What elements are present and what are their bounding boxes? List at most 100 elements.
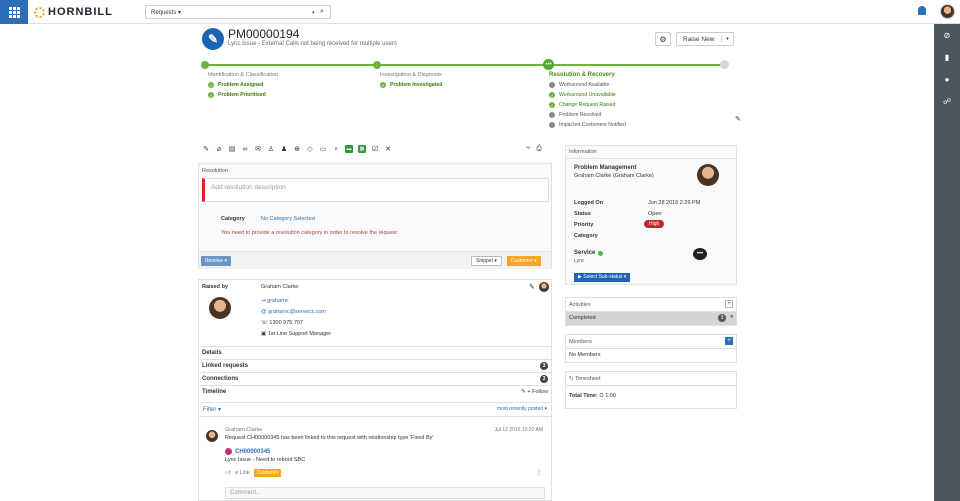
secondary-toolbar: ⑂ ⎙ xyxy=(526,145,542,153)
user-avatar[interactable] xyxy=(940,4,955,19)
task-item[interactable]: ✓ Change Request Raised xyxy=(549,102,626,108)
post-author[interactable]: Graham Clarke xyxy=(225,427,262,433)
connections-section[interactable]: Connections 3 xyxy=(198,373,552,386)
add-member-button[interactable]: + xyxy=(725,337,733,345)
priority-badge[interactable]: High xyxy=(644,220,665,228)
customer-visibility-button[interactable]: Customer ▾ xyxy=(507,256,541,266)
details-section[interactable]: Details xyxy=(198,347,552,360)
problem-type-icon: ✎ xyxy=(202,28,224,50)
close-icon[interactable]: ✕ xyxy=(384,145,392,153)
tag-icon[interactable]: ◇ xyxy=(306,145,314,153)
timeline-filter: Filter ▾ most recently posted ▾ xyxy=(198,403,552,417)
resolution-warning: You need to provide a resolution categor… xyxy=(221,230,397,236)
customer-phone: ☏ 1300 975 707 xyxy=(261,320,304,326)
linked-requests-section[interactable]: Linked requests 3 xyxy=(198,360,552,373)
timesheet-header: ↻ Timesheet xyxy=(566,372,736,386)
sort-dropdown[interactable]: most recently posted ▾ xyxy=(497,406,547,412)
linked-change-link[interactable]: CH00000345 xyxy=(225,448,270,455)
chat-bubble-icon[interactable]: ••• xyxy=(693,248,707,260)
task-item[interactable]: Impacted Customers Notified xyxy=(549,122,626,128)
hornbill-logo: HORNBILL xyxy=(34,6,113,18)
branch-icon[interactable]: ⑂ xyxy=(526,145,530,153)
like-icon[interactable]: 👍︎ xyxy=(225,470,231,476)
settings-gear-icon[interactable]: ⚙ xyxy=(655,32,671,46)
pin-icon[interactable]: ✎ xyxy=(735,115,741,123)
more-options-icon[interactable]: ⋮ xyxy=(536,469,542,476)
assign-user-icon[interactable]: ♙ xyxy=(267,145,275,153)
chevron-down-icon[interactable]: ▾ xyxy=(312,10,315,16)
attachment-icon[interactable]: ⌀ xyxy=(215,145,223,153)
check-icon: ✓ xyxy=(208,82,214,88)
task-item[interactable]: Workaround Available xyxy=(549,82,626,88)
logged-on-value: Jun 28 2016 2:26 PM xyxy=(648,200,701,206)
global-search[interactable]: Requests ▾ ▾ ⌕ xyxy=(145,5,331,19)
team-icon[interactable]: ♟ xyxy=(280,145,288,153)
right-sidebar: ⊘ ▮ ● ☍ xyxy=(934,24,960,501)
count-badge: 3 xyxy=(540,362,548,370)
document-icon[interactable]: ▤ xyxy=(228,145,236,153)
customer-role: ▣ 1st Line Support Manager xyxy=(261,331,332,337)
post-actions: 👍︎ ⌀ Link Customer xyxy=(225,469,282,477)
bookmark-icon[interactable]: ▮ xyxy=(934,46,960,68)
resolve-button[interactable]: Resolve ▾ xyxy=(201,256,231,266)
pin-icon[interactable]: ✎ xyxy=(529,283,535,291)
activities-panel: Activities + Completed 3 ▾ xyxy=(565,297,737,326)
workspace-icon[interactable]: ☍ xyxy=(934,90,960,112)
resolution-panel: Resolution Add resolution description Ca… xyxy=(198,163,552,269)
monitor-icon[interactable]: ▭ xyxy=(319,145,327,153)
avatar xyxy=(206,430,218,442)
link-button[interactable]: ⌀ Link xyxy=(235,470,250,476)
snippet-button[interactable]: Snippet ▾ xyxy=(471,256,502,266)
stage-3-current-dot: ••• xyxy=(543,59,554,70)
select-substatus-button[interactable]: ▶ Select Sub-status ▾ xyxy=(574,273,631,282)
add-activity-button[interactable]: + xyxy=(725,300,733,308)
post-date: Jul 12 2016 10:22 AM xyxy=(494,427,543,433)
customer-username[interactable]: ⇥ grahamc xyxy=(261,298,289,304)
print-icon[interactable]: ⎙ xyxy=(536,145,542,153)
completed-activities-row[interactable]: Completed 3 ▾ xyxy=(566,312,736,325)
check-circle-icon[interactable]: ⊘ xyxy=(934,24,960,46)
stage-1-complete-dot xyxy=(201,61,209,69)
customer-name[interactable]: Graham Clarke xyxy=(261,284,298,290)
request-reference: PM00000194 xyxy=(228,27,300,41)
stage-identification: Identification & Classification ✓ Problem… xyxy=(208,72,279,98)
total-time: Total Time: ⏲ 1:00 xyxy=(569,393,616,399)
check-icon: ✓ xyxy=(380,82,386,88)
follow-button[interactable]: ✎ + Follow xyxy=(521,389,548,395)
timeline-section: Timeline ✎ + Follow xyxy=(198,386,552,403)
lightbulb-icon[interactable]: ♀ xyxy=(332,145,340,153)
stage-2-complete-dot xyxy=(373,61,381,69)
edit-icon[interactable]: ✎ xyxy=(202,145,210,153)
search-icon[interactable]: ⌕ xyxy=(320,8,324,16)
knowledge-icon[interactable]: ▬ xyxy=(345,145,353,153)
service-status[interactable]: Service xyxy=(574,250,604,256)
raise-new-button[interactable]: Raise New ▾ xyxy=(676,32,734,46)
link-icon[interactable]: ∞ xyxy=(241,145,249,153)
assigned-owner[interactable]: Graham Clarke (Graham Clarke) xyxy=(574,173,654,179)
task-item[interactable]: ✓ Workaround Unavailable xyxy=(549,92,626,98)
add-icon[interactable]: ⊕ xyxy=(293,145,301,153)
category-select[interactable]: No Category Selected xyxy=(261,216,315,222)
customer-badge[interactable]: Customer xyxy=(253,469,282,477)
notification-bell-icon[interactable] xyxy=(918,6,926,15)
timeline-post: Graham Clarke Jul 12 2016 10:22 AM Reque… xyxy=(198,417,552,501)
chat-icon[interactable]: ● xyxy=(934,68,960,90)
comment-input[interactable]: Comment... xyxy=(225,487,545,499)
chevron-down-icon: ▾ xyxy=(721,36,733,42)
service-name[interactable]: Lync xyxy=(574,258,584,264)
search-scope-select[interactable]: Requests ▾ xyxy=(146,9,186,16)
board-icon[interactable]: ▦ xyxy=(358,145,366,153)
request-summary: Lync Issue - External Calls not being re… xyxy=(228,41,397,47)
checklist-icon[interactable]: ☑ xyxy=(371,145,379,153)
timesheet-panel: ↻ Timesheet Total Time: ⏲ 1:00 xyxy=(565,371,737,409)
progress-track xyxy=(204,64,728,66)
task-item[interactable]: Problem Resolved xyxy=(549,112,626,118)
change-icon xyxy=(225,448,232,455)
check-icon: ✓ xyxy=(208,92,214,98)
email-icon[interactable]: ✉ xyxy=(254,145,262,153)
app-grid-icon[interactable] xyxy=(0,0,28,24)
avatar xyxy=(539,282,549,292)
resolution-description-input[interactable]: Add resolution description xyxy=(202,178,549,202)
filter-dropdown[interactable]: Filter ▾ xyxy=(203,407,221,413)
customer-email[interactable]: @ grahamc@servecs.com xyxy=(261,309,326,315)
